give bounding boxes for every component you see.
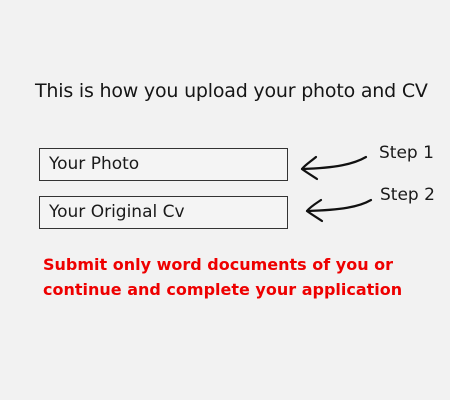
hand-drawn-arrow-icon xyxy=(305,198,373,223)
step-1-label: Step 1 xyxy=(379,143,434,163)
submission-note-line-2: continue and complete your application xyxy=(43,280,403,299)
submission-note: Submit only word documents of you or con… xyxy=(43,252,443,302)
cv-upload-field[interactable]: Your Original Cv xyxy=(39,196,288,229)
upload-instructions-heading: This is how you upload your photo and CV xyxy=(35,80,428,102)
submission-note-line-1: Submit only word documents of you or xyxy=(43,255,394,274)
step-2-label: Step 2 xyxy=(380,185,435,205)
photo-upload-field[interactable]: Your Photo xyxy=(39,148,288,181)
hand-drawn-arrow-icon xyxy=(300,155,368,181)
